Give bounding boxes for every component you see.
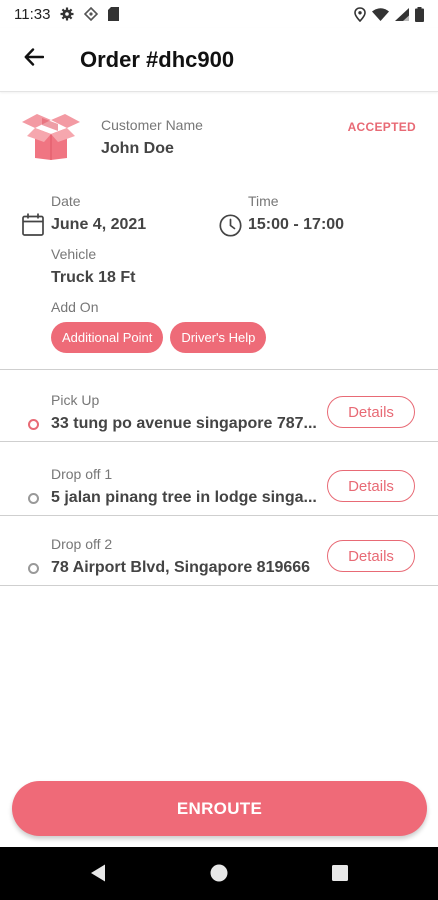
wifi-icon [372,7,389,21]
order-date: June 4, 2021 [51,216,147,233]
clock-icon [219,214,242,242]
calendar-icon [22,213,44,241]
stop-marker-icon [28,563,39,574]
details-button[interactable]: Details [327,470,415,502]
stop-dropoff-2: Drop off 2 78 Airport Blvd, Singapore 81… [0,516,438,586]
home-circle-icon[interactable] [210,864,228,887]
addon-chip: Driver's Help [170,322,267,353]
stop-marker-icon [28,493,39,504]
stop-label: Drop off 2 [51,536,113,552]
sim-card-icon [108,7,120,21]
recents-square-icon[interactable] [332,865,348,886]
time-label: Time [248,193,279,209]
order-time: 15:00 - 17:00 [248,216,345,233]
stop-label: Pick Up [51,392,100,408]
vehicle-value: Truck 18 Ft [51,269,136,286]
status-badge: ACCEPTED [347,120,416,134]
stop-address: 5 jalan pinang tree in lodge singa... [51,489,317,506]
arrow-left-icon [24,48,45,71]
status-bar: 11:33 [0,0,438,28]
vehicle-label: Vehicle [51,246,97,262]
customer-name: John Doe [101,140,174,157]
stop-address: 78 Airport Blvd, Singapore 819666 [51,559,311,576]
app-bar: Order #dhc900 [0,28,438,92]
enroute-button[interactable]: ENROUTE [12,781,427,836]
back-triangle-icon[interactable] [89,863,107,888]
stop-address: 33 tung po avenue singapore 787... [51,415,317,432]
package-box-icon [22,114,80,160]
addon-label: Add On [51,299,99,315]
addon-chips: Additional Point Driver's Help [51,322,267,353]
stop-label: Drop off 1 [51,466,113,482]
date-label: Date [51,193,81,209]
signal-icon [395,7,409,21]
stop-marker-icon [28,419,39,430]
addon-chip: Additional Point [51,322,164,353]
details-button[interactable]: Details [327,540,415,572]
status-time: 11:33 [14,5,51,23]
system-nav-bar [0,847,438,900]
customer-name-label: Customer Name [101,117,203,133]
battery-icon [415,6,424,22]
stop-pickup: Pick Up 33 tung po avenue singapore 787.… [0,372,438,442]
location-diamond-icon [84,7,99,21]
page-title: Order #dhc900 [80,46,235,72]
back-button[interactable] [14,40,54,80]
details-button[interactable]: Details [327,396,415,428]
gear-icon [60,7,74,21]
stop-dropoff-1: Drop off 1 5 jalan pinang tree in lodge … [0,446,438,516]
location-pin-icon [354,6,366,22]
